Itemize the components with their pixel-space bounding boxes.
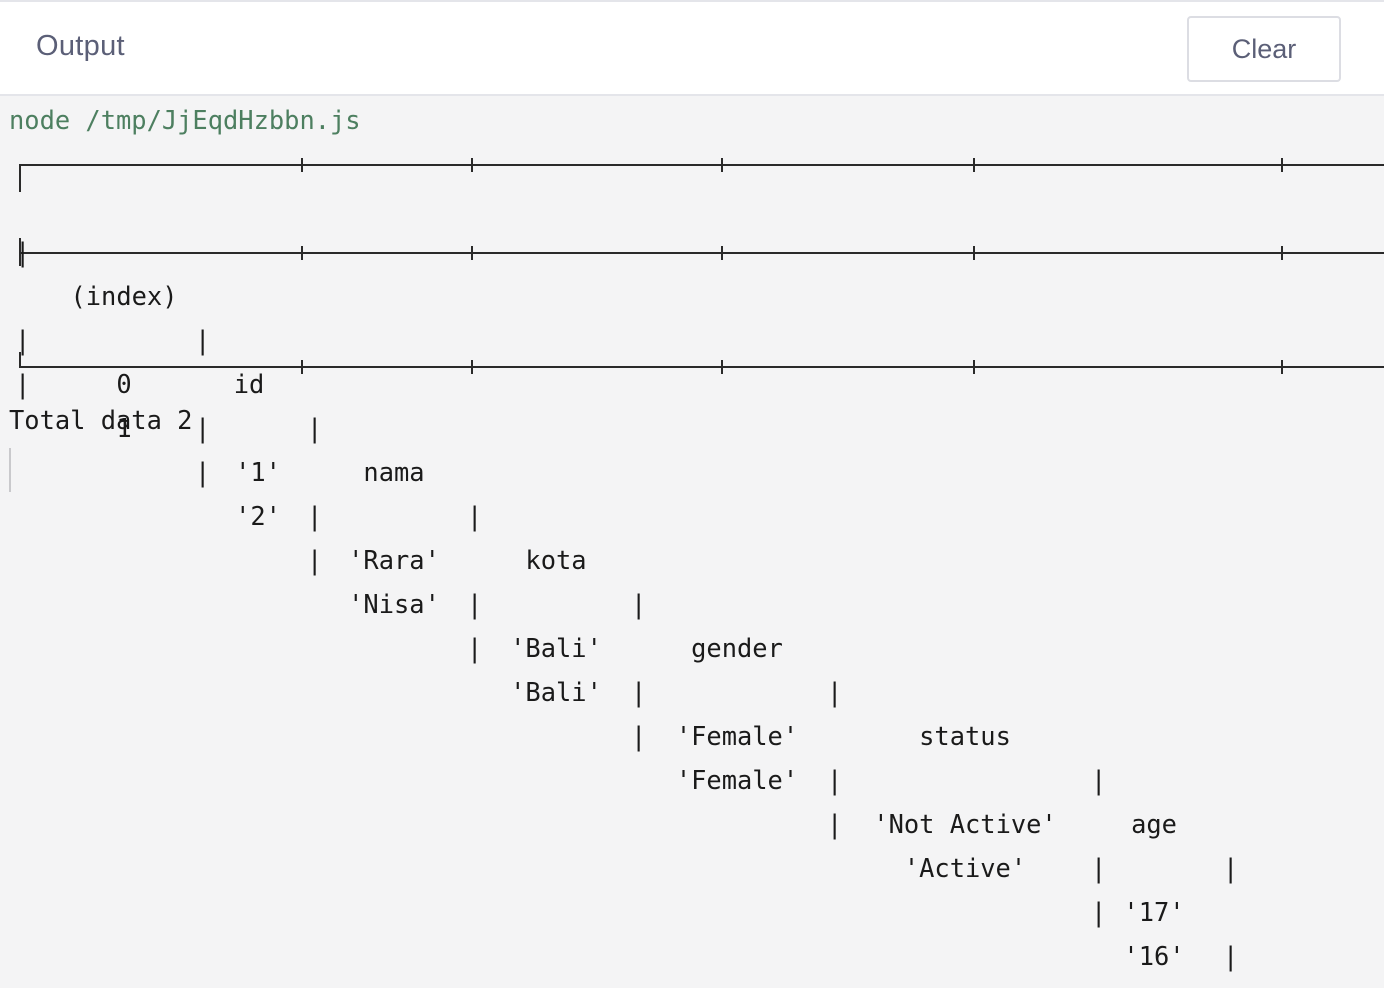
table-junction xyxy=(1281,158,1283,172)
console-output: node /tmp/JjEqdHzbbn.js | (index) | id |… xyxy=(9,100,1384,988)
table-junction xyxy=(471,360,473,374)
table-junction xyxy=(301,158,303,172)
panel-title: Output xyxy=(36,30,125,62)
table-junction xyxy=(471,246,473,260)
cell-nama: 'Rara' xyxy=(348,545,440,575)
table-junction xyxy=(973,158,975,172)
header-cell-age: age xyxy=(1131,809,1177,839)
header-cell-nama: nama xyxy=(363,457,425,487)
input-caret[interactable] xyxy=(9,448,11,492)
header-cell-kota: kota xyxy=(525,545,587,575)
table-row: | 1 | '2' | 'Nisa' | 'Bali' | 'Female' |… xyxy=(9,318,1384,988)
header-cell-id: id xyxy=(233,369,265,399)
table-junction xyxy=(721,360,723,374)
cell-gender: 'Female' xyxy=(675,765,799,795)
table-row: | 0 | '1' | 'Rara' | 'Bali' | 'Female' |… xyxy=(15,325,1239,971)
table-junction xyxy=(973,246,975,260)
cell-nama: 'Nisa' xyxy=(348,589,440,619)
cell-status: 'Active' xyxy=(903,853,1027,883)
table-junction xyxy=(721,158,723,172)
console-table: | (index) | id | nama | kota | gender | … xyxy=(9,150,1384,988)
table-junction xyxy=(721,246,723,260)
output-header: Output Clear xyxy=(0,0,1384,96)
command-line: node /tmp/JjEqdHzbbn.js xyxy=(9,105,361,135)
table-junction xyxy=(1281,246,1283,260)
table-junction xyxy=(301,246,303,260)
header-cell-gender: gender xyxy=(691,633,783,663)
cell-kota: 'Bali' xyxy=(510,633,602,663)
cell-kota: 'Bali' xyxy=(510,677,602,707)
cell-id: '2' xyxy=(235,501,281,531)
total-line: Total data 2 xyxy=(9,405,193,435)
clear-button[interactable]: Clear xyxy=(1187,16,1341,82)
cell-gender: 'Female' xyxy=(675,721,799,751)
table-junction xyxy=(471,158,473,172)
table-header-separator xyxy=(19,252,1384,254)
cell-status: 'Not Active' xyxy=(873,809,1057,839)
header-cell-status: status xyxy=(919,721,1011,751)
cell-age: '17' xyxy=(1123,897,1185,927)
table-top-border xyxy=(19,164,1384,166)
table-junction xyxy=(973,360,975,374)
table-junction xyxy=(301,360,303,374)
table-junction xyxy=(1281,360,1283,374)
cell-id: '1' xyxy=(235,457,281,487)
cell-age: '16' xyxy=(1123,941,1185,971)
table-header-row: | (index) | id | nama | kota | gender | … xyxy=(15,237,1239,883)
